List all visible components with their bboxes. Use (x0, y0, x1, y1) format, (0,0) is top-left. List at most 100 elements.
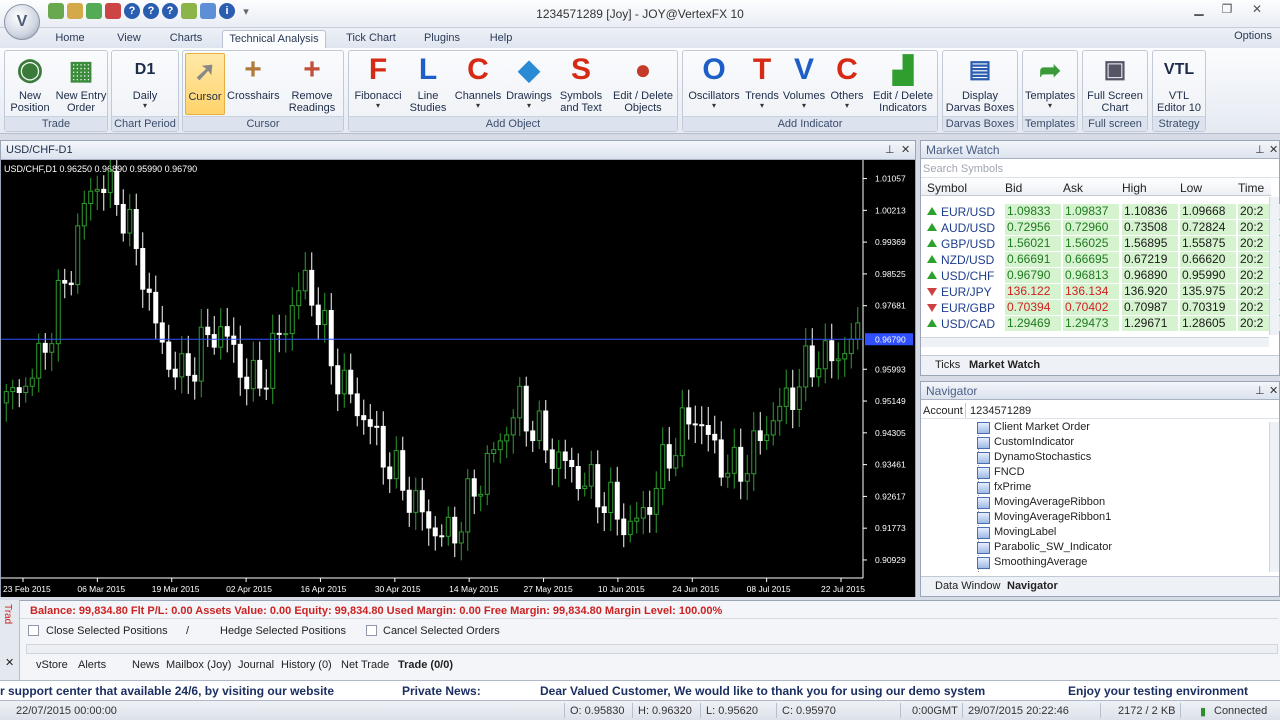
status-connection: Connected (1214, 705, 1268, 717)
channels-button[interactable]: C Channels ▾ (453, 53, 503, 110)
crosshairs-button[interactable]: + Crosshairs (227, 53, 280, 102)
new-position-button[interactable]: ◉ New Position (7, 53, 53, 114)
candle-body (452, 516, 458, 544)
tab-technical-analysis[interactable]: Technical Analysis (222, 30, 326, 48)
navigator-scrollbar[interactable] (1269, 422, 1279, 572)
table-row[interactable]: EUR/USD 1.09833 1.09837 1.10836 1.09668 20:2 (921, 204, 1280, 220)
trends-button[interactable]: T Trends ▾ (743, 53, 781, 110)
market-watch-hscrollbar[interactable] (921, 337, 1269, 347)
pin-icon[interactable]: ⊥ (1255, 143, 1265, 156)
group-label-add-object: Add Object (349, 116, 677, 131)
candle-body (718, 439, 724, 478)
app-logo-icon[interactable]: V (4, 4, 40, 40)
col-time[interactable]: Time (1238, 181, 1264, 195)
navigator-close-icon[interactable]: ✕ (1269, 384, 1278, 397)
cell-low: 0.70319 (1180, 300, 1236, 315)
candle-body (744, 473, 750, 482)
cursor-button[interactable]: ➚ Cursor (185, 53, 225, 115)
fibonacci-button[interactable]: F Fibonacci ▾ (351, 53, 405, 110)
drawings-button[interactable]: ◆ Drawings ▾ (505, 53, 553, 110)
full-screen-chart-button[interactable]: ▣ Full Screen Chart (1085, 53, 1145, 114)
candlestick-chart[interactable]: USD/CHF,D1 0.96250 0.96890 0.95990 0.967… (1, 160, 915, 597)
candle-body (3, 391, 9, 404)
col-symbol[interactable]: Symbol (927, 181, 967, 195)
symbols-and-text-button[interactable]: S Symbols and Text (555, 53, 607, 114)
templates-button[interactable]: ➦ Templates ▾ (1025, 53, 1075, 110)
pin-icon[interactable]: ⊥ (885, 143, 895, 156)
table-row[interactable]: EUR/GBP 0.70394 0.70402 0.70987 0.70319 20:2 (921, 300, 1280, 316)
templates-icon: ➦ (1039, 55, 1061, 85)
maximize-icon[interactable]: ❐ (1214, 2, 1240, 18)
trends-icon: T (752, 53, 772, 86)
tab-history[interactable]: History (0) (281, 659, 332, 671)
chart-close-icon[interactable]: ✕ (901, 143, 910, 156)
table-row[interactable]: EUR/JPY 136.122 136.134 136.920 135.975 20:2 (921, 284, 1280, 300)
display-darvas-boxes-button[interactable]: ▤ Display Darvas Boxes (945, 53, 1015, 114)
col-ask[interactable]: Ask (1063, 181, 1083, 195)
tab-trade[interactable]: Trade (0/0) (398, 659, 453, 671)
candle-body (335, 365, 341, 395)
market-watch-scrollbar[interactable] (1269, 197, 1279, 335)
candle-body (855, 322, 861, 340)
vtl-editor-button[interactable]: VTL VTL Editor 10 (1155, 53, 1203, 114)
tab-home[interactable]: Home (48, 30, 92, 48)
price-label: 0.97681 (875, 301, 906, 311)
chevron-down-icon: ▾ (1047, 101, 1052, 110)
channels-icon: C (467, 53, 489, 86)
terminal-hscrollbar[interactable] (26, 644, 1278, 654)
table-row[interactable]: AUD/USD 0.72956 0.72960 0.73508 0.72824 20:2 (921, 220, 1280, 236)
edit-delete-indicators-button[interactable]: ▟ Edit / Delete Indicators (871, 53, 935, 114)
fibonacci-icon: F (368, 53, 388, 86)
others-button[interactable]: C Others ▾ (827, 53, 867, 110)
candle-body (569, 459, 575, 468)
table-row[interactable]: USD/CHF 0.96790 0.96813 0.96890 0.95990 20:2 (921, 268, 1280, 284)
new-entry-order-button[interactable]: ▦ New Entry Order (55, 53, 107, 114)
col-bid[interactable]: Bid (1005, 181, 1022, 195)
table-row[interactable]: USD/CAD 1.29469 1.29473 1.29671 1.28605 20:2 (921, 316, 1280, 332)
market-watch-header: Market Watch ⊥ ✕ (921, 141, 1279, 159)
daily-button[interactable]: D1 Daily ▾ (116, 53, 174, 110)
col-low[interactable]: Low (1180, 181, 1202, 195)
terminal-close-icon[interactable]: ✕ (5, 656, 14, 669)
tab-ticks[interactable]: Ticks (935, 359, 960, 371)
tab-mailbox[interactable]: Mailbox (Joy) (166, 659, 231, 671)
remove-readings-button[interactable]: + Remove Readings (283, 53, 341, 114)
tab-data-window[interactable]: Data Window (935, 580, 1000, 592)
close-icon[interactable]: ✕ (1244, 2, 1270, 18)
minimize-icon[interactable]: ▁ (1186, 2, 1212, 18)
cancel-selected-orders-link[interactable]: Cancel Selected Orders (383, 625, 500, 637)
table-row[interactable]: GBP/USD 1.56021 1.56025 1.56895 1.55875 20:2 (921, 236, 1280, 252)
tab-help[interactable]: Help (482, 30, 520, 48)
edit-delete-objects-button[interactable]: ● Edit / Delete Objects (611, 53, 675, 114)
tab-journal[interactable]: Journal (238, 659, 274, 671)
table-row[interactable]: NZD/USD 0.66691 0.66695 0.67219 0.66620 20:2 (921, 252, 1280, 268)
tab-market-watch[interactable]: Market Watch (969, 359, 1040, 371)
col-high[interactable]: High (1122, 181, 1147, 195)
tab-charts[interactable]: Charts (164, 30, 208, 48)
search-symbols-input[interactable]: Search Symbols (921, 160, 1279, 178)
tab-navigator[interactable]: Navigator (1007, 580, 1058, 592)
line-studies-button[interactable]: L Line Studies (405, 53, 451, 114)
oscillators-button[interactable]: O Oscillators ▾ (685, 53, 743, 110)
volumes-button[interactable]: V Volumes ▾ (781, 53, 827, 110)
options-button[interactable]: Options (1234, 30, 1272, 42)
close-selected-checkbox[interactable] (28, 625, 39, 636)
tab-net-trade[interactable]: Net Trade (341, 659, 389, 671)
tab-plugins[interactable]: Plugins (418, 30, 466, 48)
candle-body (439, 535, 445, 538)
pin-icon[interactable]: ⊥ (1255, 384, 1265, 397)
tab-alerts[interactable]: Alerts (78, 659, 106, 671)
cell-high: 1.29671 (1122, 316, 1178, 331)
status-datetime: 22/07/2015 00:00:00 (16, 705, 117, 717)
tab-news[interactable]: News (132, 659, 160, 671)
hedge-selected-positions-link[interactable]: Hedge Selected Positions (220, 625, 346, 637)
tab-tick-chart[interactable]: Tick Chart (340, 30, 402, 48)
account-value[interactable]: 1234571289 (965, 403, 1265, 418)
tab-vstore[interactable]: vStore (36, 659, 68, 671)
candle-body (68, 282, 74, 286)
close-selected-positions-link[interactable]: Close Selected Positions (46, 625, 168, 637)
candle-body (55, 279, 61, 345)
market-watch-close-icon[interactable]: ✕ (1269, 143, 1278, 156)
cancel-selected-checkbox[interactable] (366, 625, 377, 636)
tab-view[interactable]: View (110, 30, 148, 48)
